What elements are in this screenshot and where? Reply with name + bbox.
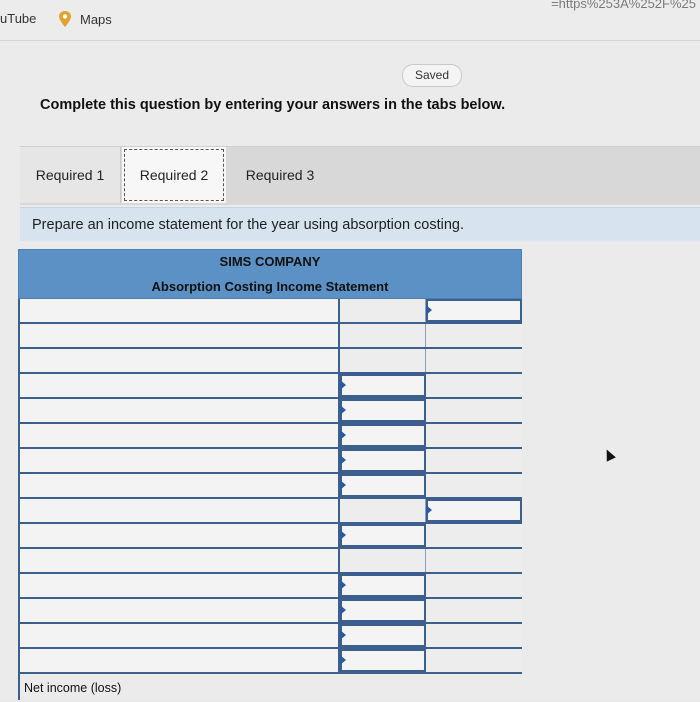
total-amount-input[interactable] [426, 524, 522, 547]
cell-marker-icon [340, 405, 346, 415]
line-item-input[interactable] [18, 399, 340, 422]
cell-marker-icon [426, 305, 432, 315]
total-amount-input[interactable] [426, 424, 522, 447]
statement-row [18, 449, 522, 474]
tab-required-3[interactable]: Required 3 [230, 147, 330, 203]
total-amount-input[interactable] [426, 349, 522, 372]
statement-row [18, 424, 522, 449]
statement-row [18, 399, 522, 424]
statement-row [18, 649, 522, 674]
statement-rows [18, 299, 522, 674]
total-amount-input[interactable] [426, 299, 522, 322]
statement-row [18, 524, 522, 549]
line-item-input[interactable] [18, 299, 340, 322]
requirement-prompt: Prepare an income statement for the year… [20, 207, 700, 241]
cell-marker-icon [426, 505, 432, 515]
amount-input[interactable] [340, 424, 426, 447]
total-amount-input[interactable] [426, 474, 522, 497]
amount-input[interactable] [340, 349, 426, 372]
company-name: SIMS COMPANY [219, 254, 321, 269]
line-item-input[interactable] [18, 474, 340, 497]
cell-marker-icon [340, 530, 346, 540]
cell-marker-icon [340, 580, 346, 590]
statement-row [18, 599, 522, 624]
url-fragment: =https%253A%252F%25 [551, 0, 696, 11]
cell-marker-icon [340, 605, 346, 615]
total-amount-input[interactable] [426, 599, 522, 622]
total-amount-input[interactable] [426, 549, 522, 572]
statement-row [18, 624, 522, 649]
income-statement-table: SIMS COMPANY Absorption Costing Income S… [18, 249, 522, 700]
amount-input[interactable] [340, 624, 426, 647]
amount-input[interactable] [340, 449, 426, 472]
amount-input[interactable] [340, 649, 426, 672]
amount-input[interactable] [340, 524, 426, 547]
net-income-label: Net income (loss) [18, 674, 340, 700]
tab-required-2[interactable]: Required 2 [122, 147, 226, 203]
amount-input[interactable] [340, 599, 426, 622]
line-item-input[interactable] [18, 649, 340, 672]
amount-input[interactable] [340, 549, 426, 572]
total-amount-input[interactable] [426, 374, 522, 397]
statement-row [18, 299, 522, 324]
amount-input[interactable] [340, 474, 426, 497]
mouse-cursor-icon [602, 447, 616, 462]
total-amount-input[interactable] [426, 324, 522, 347]
cell-marker-icon [340, 480, 346, 490]
cell-marker-icon [340, 430, 346, 440]
amount-input[interactable] [340, 574, 426, 597]
statement-row [18, 574, 522, 599]
bookmark-maps-label: Maps [80, 11, 112, 27]
statement-row [18, 499, 522, 524]
statement-title: Absorption Costing Income Statement [151, 279, 389, 294]
line-item-input[interactable] [18, 574, 340, 597]
browser-bookmarks-bar: =https%253A%252F%25 uTube Maps [0, 0, 700, 41]
amount-input[interactable] [340, 299, 426, 322]
cell-marker-icon [340, 455, 346, 465]
total-amount-input[interactable] [426, 499, 522, 522]
line-item-input[interactable] [18, 599, 340, 622]
total-amount-input[interactable] [426, 574, 522, 597]
statement-header: SIMS COMPANY Absorption Costing Income S… [18, 249, 522, 299]
statement-row [18, 474, 522, 499]
amount-input[interactable] [340, 499, 426, 522]
amount-input[interactable] [340, 399, 426, 422]
total-amount-input[interactable] [426, 399, 522, 422]
line-item-input[interactable] [18, 624, 340, 647]
question-instruction: Complete this question by entering your … [40, 97, 506, 113]
line-item-input[interactable] [18, 549, 340, 572]
statement-row [18, 374, 522, 399]
bookmark-youtube[interactable]: uTube [0, 11, 36, 26]
amount-input[interactable] [340, 324, 426, 347]
total-amount-input[interactable] [426, 449, 522, 472]
line-item-input[interactable] [18, 324, 340, 347]
statement-row [18, 349, 522, 374]
requirement-tabs: Required 1 Required 2 Required 3 [20, 146, 700, 205]
statement-row [18, 324, 522, 349]
question-page: Saved Complete this question by entering… [0, 41, 700, 700]
line-item-input[interactable] [18, 374, 340, 397]
total-amount-input[interactable] [426, 624, 522, 647]
total-amount-input[interactable] [426, 649, 522, 672]
amount-input[interactable] [340, 374, 426, 397]
line-item-input[interactable] [18, 499, 340, 522]
bookmark-maps[interactable]: Maps [58, 11, 112, 27]
map-pin-icon [59, 11, 71, 27]
cell-marker-icon [340, 630, 346, 640]
line-item-input[interactable] [18, 424, 340, 447]
tab-required-1[interactable]: Required 1 [20, 147, 121, 203]
line-item-input[interactable] [18, 524, 340, 547]
cell-marker-icon [340, 655, 346, 665]
saved-status-badge: Saved [402, 64, 462, 87]
statement-row [18, 549, 522, 574]
line-item-input[interactable] [18, 349, 340, 372]
line-item-input[interactable] [18, 449, 340, 472]
cell-marker-icon [340, 380, 346, 390]
